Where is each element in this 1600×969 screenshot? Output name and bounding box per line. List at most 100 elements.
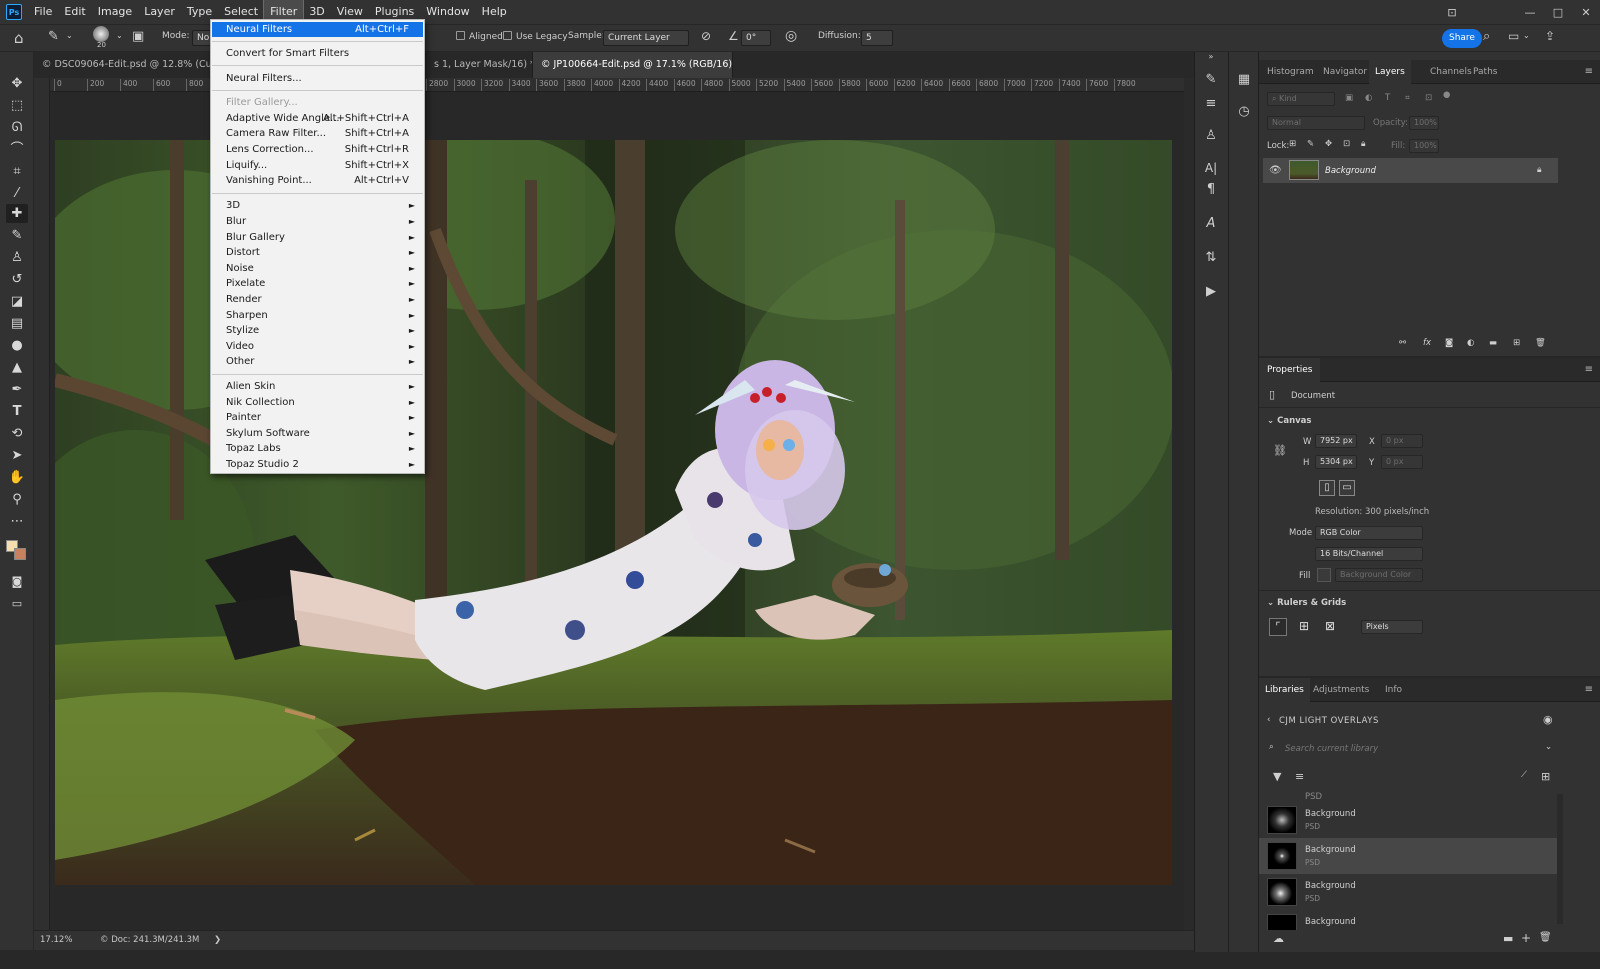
eye-icon[interactable]: 👁︎ <box>1269 165 1282 176</box>
doc-tab-1[interactable]: © DSC09064-Edit.psd @ 12.8% (Curves <box>34 52 212 78</box>
new-layer-icon[interactable]: ⊞ <box>1513 338 1520 348</box>
maximize-icon[interactable]: □ <box>1544 6 1572 19</box>
rulers-toggle-icon[interactable]: ⌜ <box>1269 618 1287 636</box>
menu-window[interactable]: Window <box>420 0 475 24</box>
ignore-adjustment-icon[interactable]: ⊘ <box>701 29 711 43</box>
menu-item-blur[interactable]: Blur ► <box>212 214 423 229</box>
tab-libraries[interactable]: Libraries <box>1259 678 1310 702</box>
tool-preset-icon[interactable]: ✎ <box>48 29 59 44</box>
panel-menu-icon[interactable]: ≡ <box>1585 66 1593 77</box>
delete-element-icon[interactable]: 🗑︎ <box>1539 932 1552 943</box>
shape-filter-icon[interactable]: ⌗ <box>1405 93 1410 103</box>
doc-tab-3[interactable]: © JP100664-Edit.psd @ 17.1% (RGB/16)× <box>533 52 733 78</box>
menu-item-3d[interactable]: 3D ► <box>212 198 423 213</box>
menu-item-render[interactable]: Render ► <box>212 292 423 307</box>
glyphs-panel-icon[interactable]: A <box>1200 214 1222 234</box>
link-dimensions-icon[interactable]: ⛓ <box>1273 444 1287 457</box>
list-view-icon[interactable]: ⟋ <box>1521 770 1527 780</box>
angle-input[interactable]: 0° <box>741 30 771 46</box>
pixel-filter-icon[interactable]: ▣ <box>1345 93 1353 103</box>
lock-image-icon[interactable]: ✎ <box>1307 139 1314 149</box>
menu-item-video[interactable]: Video ► <box>212 339 423 354</box>
canvas-section-toggle[interactable]: ⌄ Canvas <box>1267 416 1311 426</box>
library-item[interactable]: Background PSD <box>1259 874 1559 910</box>
menu-file[interactable]: File <box>28 0 58 24</box>
history-panel-top-icon[interactable]: ▦ <box>1233 70 1255 90</box>
collapse-icon[interactable]: » <box>1200 52 1222 62</box>
layer-name[interactable]: Background <box>1325 166 1376 176</box>
workspace-icon[interactable]: ▭ <box>1508 29 1519 43</box>
use-legacy-checkbox[interactable]: Use Legacy <box>503 31 568 42</box>
clone-source-icon[interactable]: ▣ <box>132 29 144 44</box>
hand-tool-icon[interactable]: ✋ <box>6 468 28 487</box>
layer-row[interactable]: 👁︎ Background 🔒︎ <box>1263 158 1558 183</box>
paragraph-panel-icon[interactable]: ¶ <box>1200 180 1222 200</box>
spot-healing-tool-icon[interactable]: ✚ <box>6 204 28 223</box>
menu-layer[interactable]: Layer <box>138 0 181 24</box>
fill-swatch[interactable] <box>1317 568 1331 582</box>
menu-item-adaptive-wide-angle[interactable]: Adaptive Wide Angle... Alt+Shift+Ctrl+A <box>212 111 423 126</box>
library-item[interactable]: Background PSD <box>1259 802 1559 838</box>
clone-source-panel-icon[interactable]: ♙ <box>1200 126 1222 146</box>
menu-item-lens-correction[interactable]: Lens Correction... Shift+Ctrl+R <box>212 142 423 157</box>
add-element-icon[interactable]: + <box>1521 931 1531 945</box>
share-export-icon[interactable]: ⇪ <box>1545 29 1555 43</box>
library-item[interactable]: Background <box>1259 910 1559 930</box>
lock-all-icon[interactable]: 🔒︎ <box>1361 139 1366 149</box>
adjustments-icon[interactable]: ≡ <box>1200 94 1222 114</box>
fill-input[interactable]: 100% <box>1409 139 1439 153</box>
tab-channels[interactable]: Channels <box>1430 60 1472 84</box>
cloud-sync-icon[interactable]: ⊡ <box>1438 6 1466 19</box>
tab-layers[interactable]: Layers <box>1369 60 1411 84</box>
home-icon[interactable]: ⌂ <box>14 29 24 47</box>
fx-icon[interactable]: fx <box>1423 338 1431 348</box>
cloud-icon[interactable]: ☁ <box>1273 932 1284 945</box>
sample-select[interactable]: Current Layer <box>603 30 689 46</box>
minimize-icon[interactable]: — <box>1516 6 1544 19</box>
vertical-scrollbar[interactable] <box>1184 78 1194 930</box>
aligned-checkbox[interactable]: Aligned <box>456 31 503 42</box>
chevron-down-icon[interactable]: ⌄ <box>1545 742 1552 752</box>
brush-settings-icon[interactable]: ✎ <box>1200 70 1222 90</box>
new-folder-icon[interactable]: ▬ <box>1503 932 1513 945</box>
share-button[interactable]: Share <box>1442 29 1482 48</box>
menu-item-vanishing-point[interactable]: Vanishing Point... Alt+Ctrl+V <box>212 173 423 188</box>
pixel-grid-icon[interactable]: ⊠ <box>1321 618 1339 636</box>
library-item[interactable]: Background PSD <box>1259 838 1559 874</box>
clone-stamp-tool-icon[interactable]: ♙ <box>6 248 28 267</box>
width-input[interactable]: 7952 px <box>1315 434 1357 448</box>
zoom-tool-icon[interactable]: ⚲ <box>6 490 28 509</box>
delete-layer-icon[interactable]: 🗑︎ <box>1535 338 1546 348</box>
kind-filter-select[interactable]: ⌕ Kind <box>1267 92 1335 106</box>
menu-item-alien-skin[interactable]: Alien Skin ► <box>212 379 423 394</box>
smart-object-filter-icon[interactable]: ⊡ <box>1425 93 1432 103</box>
eraser-tool-icon[interactable]: ◪ <box>6 292 28 311</box>
history-brush-tool-icon[interactable]: ↺ <box>6 270 28 289</box>
more-tools-icon[interactable]: ⋯ <box>6 512 28 531</box>
move-tool-icon[interactable]: ✥ <box>6 74 28 93</box>
filter-toggle-icon[interactable]: ● <box>1443 90 1450 100</box>
menu-item-pixelate[interactable]: Pixelate ► <box>212 276 423 291</box>
direct-selection-tool-icon[interactable]: ➤ <box>6 446 28 465</box>
menu-item-stylize[interactable]: Stylize ► <box>212 323 423 338</box>
lasso-tool-icon[interactable]: ᘏ <box>6 118 28 137</box>
filter-icon[interactable]: ▼ <box>1273 770 1281 783</box>
menu-item-nik-collection[interactable]: Nik Collection ► <box>212 395 423 410</box>
menu-item-camera-raw-filter[interactable]: Camera Raw Filter... Shift+Ctrl+A <box>212 126 423 141</box>
crop-tool-icon[interactable]: ⌗ <box>6 162 28 181</box>
lock-artboard-icon[interactable]: ⊡ <box>1343 139 1350 149</box>
back-icon[interactable]: ‹ <box>1267 715 1270 725</box>
menu-item-blur-gallery[interactable]: Blur Gallery ► <box>212 230 423 245</box>
pen-tool-icon[interactable]: ✒ <box>6 380 28 399</box>
grid-view-icon[interactable]: ⊞ <box>1541 770 1550 783</box>
menu-image[interactable]: Image <box>92 0 138 24</box>
x-input[interactable]: 0 px <box>1381 434 1423 448</box>
screen-mode-icon[interactable]: ▭ <box>6 594 28 613</box>
menu-item-skylum-software[interactable]: Skylum Software ► <box>212 426 423 441</box>
menu-item-convert-smart-filters[interactable]: Convert for Smart Filters <box>212 46 423 61</box>
menu-edit[interactable]: Edit <box>58 0 91 24</box>
libraries-menu-icon[interactable]: ≡ <box>1585 684 1593 695</box>
brush-preview-icon[interactable] <box>93 26 109 42</box>
gradient-tool-icon[interactable]: ▤ <box>6 314 28 333</box>
dodge-tool-icon[interactable]: ▲ <box>6 358 28 377</box>
